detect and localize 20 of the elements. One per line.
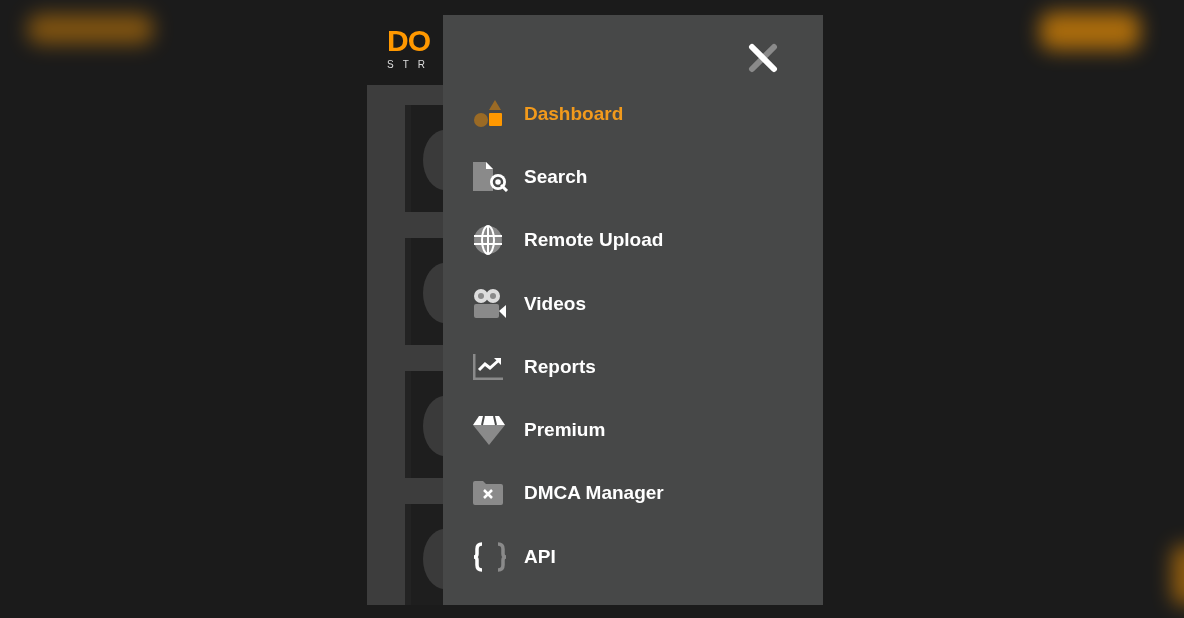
shapes-icon	[473, 98, 503, 129]
menu-item[interactable]: Premium	[473, 398, 614, 462]
globe-icon	[473, 225, 503, 256]
logo-tagline: STR	[387, 59, 434, 70]
chart-icon	[473, 353, 503, 380]
menu-item[interactable]: DMCA Manager	[473, 461, 672, 526]
menu-item[interactable]: Remote Upload	[473, 208, 672, 272]
menu-item[interactable]: Search	[473, 145, 596, 209]
braces-icon	[473, 541, 507, 572]
menu-item[interactable]: Videos	[473, 271, 594, 336]
video-camera-icon	[473, 288, 507, 319]
logo-text: DO	[387, 27, 430, 55]
close-button[interactable]	[747, 42, 779, 74]
close-icon	[747, 42, 779, 74]
menu-item[interactable]: Reports	[473, 335, 604, 399]
menu-item[interactable]: API	[473, 525, 564, 589]
folder-x-icon	[473, 481, 503, 506]
menu-item[interactable]: Dashboard	[473, 82, 632, 146]
diamond-icon	[473, 415, 505, 446]
document-search-icon	[473, 161, 509, 192]
